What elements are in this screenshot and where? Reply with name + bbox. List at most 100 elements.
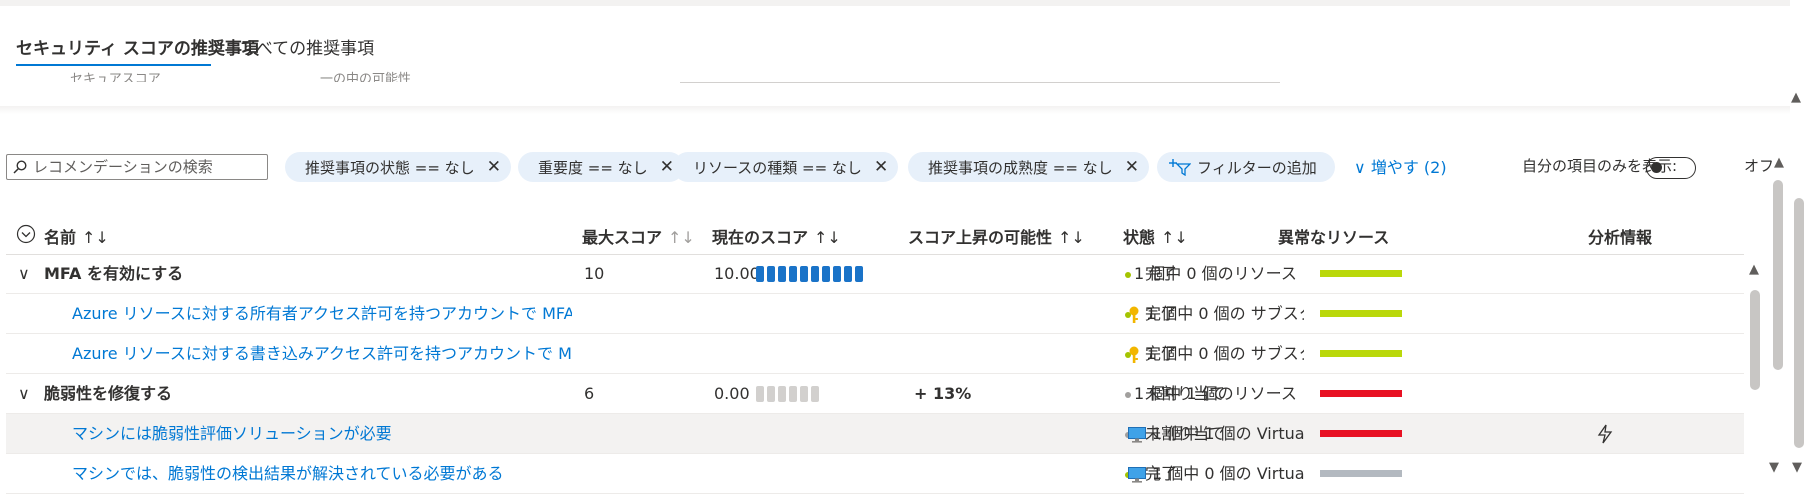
close-icon[interactable]: ✕: [660, 158, 674, 176]
unhealthy-resources-label: 1 個中 0 個の サブスクリ…: [1146, 344, 1304, 363]
sort-icon[interactable]: ↑↓: [668, 228, 695, 247]
score-bar-segment: [833, 266, 841, 282]
close-icon[interactable]: ✕: [487, 158, 501, 176]
close-icon[interactable]: ✕: [1125, 158, 1139, 176]
table-row[interactable]: マシンでは、脆弱性の検出結果が解決されている必要がある 完了 1 個中 0 個の V…: [6, 454, 1744, 494]
column-header-max-score[interactable]: 最大スコア ↑↓: [582, 224, 695, 248]
filter-pill-severity[interactable]: 重要度 == なし ✕: [518, 152, 684, 182]
unhealthy-resources[interactable]: 1 個中 1 個のリソース: [1134, 374, 1304, 414]
add-filter-icon: [1169, 159, 1191, 176]
score-bar: [756, 254, 863, 294]
chevron-down-icon[interactable]: ∨: [18, 254, 30, 294]
table-group-row[interactable]: ∨ MFA を有効にする 10 10.00 完了 1 個中 0 個のリソース: [6, 254, 1744, 294]
table-row[interactable]: Azure リソースに対する所有者アクセス許可を持つアカウントで MFA を有効…: [6, 294, 1744, 334]
select-all-checkbox[interactable]: [16, 224, 36, 248]
search-box[interactable]: [6, 154, 268, 180]
filter-pill-resource-type[interactable]: リソースの種類 == なし ✕: [673, 152, 899, 182]
sort-icon[interactable]: ↑↓: [1058, 228, 1085, 247]
column-header-unhealthy[interactable]: 異常なリソース: [1278, 224, 1389, 248]
score-bar-segment: [767, 386, 775, 402]
more-filters-button[interactable]: ∨ 増やす (2): [1354, 154, 1447, 178]
score-bar-segment: [756, 266, 764, 282]
column-header-potential[interactable]: スコア上昇の可能性 ↑↓: [908, 224, 1085, 248]
close-icon[interactable]: ✕: [874, 158, 888, 176]
inner-scroll-up-icon[interactable]: ▲: [1749, 262, 1759, 277]
recommendation-link[interactable]: Azure リソースに対する所有者アクセス許可を持つアカウントで MFA を有効…: [72, 294, 572, 334]
table-row[interactable]: Azure リソースに対する書き込みアクセス許可を持つアカウントで MFA を有…: [6, 334, 1744, 374]
monitor-icon: [1128, 466, 1146, 483]
score-bar-segment: [778, 266, 786, 282]
column-header-label: 分析情報: [1588, 228, 1653, 247]
score-bar-segment: [822, 266, 830, 282]
group-name[interactable]: MFA を有効にする: [44, 254, 183, 294]
unhealthy-resources[interactable]: 1 個中 0 個の サブスクリ…: [1128, 334, 1304, 374]
score-bar: [756, 374, 819, 414]
column-header-label: スコア上昇の可能性: [908, 228, 1053, 247]
filter-pill-maturity[interactable]: 推奨事項の成熟度 == なし ✕: [908, 152, 1149, 182]
score-bar-segment: [811, 266, 819, 282]
chevron-circle-icon: [16, 224, 36, 244]
tab-secure-score-recommendations[interactable]: セキュリティ スコアの推奨事項: [16, 34, 259, 59]
key-icon: [1129, 306, 1139, 323]
recommendation-link[interactable]: Azure リソースに対する書き込みアクセス許可を持つアカウントで MFA を有…: [72, 334, 572, 374]
column-header-label: 名前: [44, 228, 77, 247]
pane-scrollbar-thumb[interactable]: [1773, 180, 1783, 370]
score-bar-segment: [789, 266, 797, 282]
score-bar-segment: [778, 386, 786, 402]
search-icon: [13, 160, 27, 174]
toggle-knob: [1651, 162, 1662, 173]
pane-scroll-up-icon[interactable]: ▲: [1774, 155, 1784, 170]
page-scrollbar-thumb[interactable]: [1794, 198, 1804, 448]
chevron-down-icon: ∨: [1354, 158, 1366, 177]
group-name[interactable]: 脆弱性を修復する: [44, 374, 172, 414]
recommendation-link[interactable]: マシンには脆弱性評価ソリューションが必要: [72, 414, 572, 454]
score-bar-segment: [789, 386, 797, 402]
table-row[interactable]: マシンには脆弱性評価ソリューションが必要 未割り当て 1 個中 1 個の Virtu…: [6, 414, 1744, 454]
own-items-state: オフ: [1744, 157, 1774, 175]
current-score: 0.00: [714, 384, 750, 403]
score-bar-segment: [811, 386, 819, 402]
tab-all-recommendations[interactable]: すべての推奨事項: [240, 34, 374, 59]
search-input[interactable]: [31, 157, 255, 177]
page-scroll-down-icon[interactable]: ▼: [1792, 460, 1802, 475]
more-filters-label: 増やす (2): [1370, 158, 1447, 177]
status-dot: [1125, 271, 1131, 278]
add-filter-label: フィルターの追加: [1197, 158, 1317, 177]
panel-divider: [0, 106, 1790, 114]
own-items-toggle[interactable]: [1646, 157, 1696, 179]
unhealthy-resources[interactable]: 1 個中 0 個のリソース: [1134, 254, 1304, 294]
column-header-status[interactable]: 状態 ↑↓: [1123, 224, 1188, 248]
sort-icon[interactable]: ↑↓: [1161, 228, 1188, 247]
sort-icon[interactable]: ↑↓: [814, 228, 841, 247]
column-header-insights[interactable]: 分析情報: [1588, 224, 1652, 248]
unhealthy-resources[interactable]: 1 個中 1 個の Virtual …: [1128, 414, 1304, 454]
unhealthy-resources-label: 1 個中 0 個の サブスクリ…: [1146, 304, 1304, 323]
unhealthy-resources[interactable]: 1 個中 0 個の Virtual …: [1128, 454, 1304, 494]
add-filter-button[interactable]: フィルターの追加: [1157, 152, 1335, 182]
unhealthy-resources[interactable]: 1 個中 0 個の サブスクリ…: [1128, 294, 1304, 334]
current-score: 10.00: [714, 264, 760, 283]
page-scroll-up-icon[interactable]: ▲: [1791, 90, 1801, 105]
unhealthy-resources-label: 1 個中 1 個の Virtual …: [1152, 424, 1304, 443]
sort-icon[interactable]: ↑↓: [82, 228, 109, 247]
column-header-label: 状態: [1123, 228, 1156, 247]
column-header-current-score[interactable]: 現在のスコア ↑↓: [712, 224, 841, 248]
column-header-name[interactable]: 名前 ↑↓: [44, 224, 109, 248]
max-score: 6: [584, 384, 595, 403]
score-bar-segment: [767, 266, 775, 282]
inner-scroll-down-icon[interactable]: ▼: [1769, 460, 1779, 475]
active-tab-indicator: [16, 64, 211, 66]
health-bar: [1320, 270, 1402, 277]
unhealthy-resources-label: 1 個中 0 個の Virtual …: [1152, 464, 1304, 483]
inner-scrollbar-thumb[interactable]: [1750, 290, 1760, 390]
unhealthy-resources-label: 1 個中 0 個のリソース: [1134, 264, 1297, 283]
filter-pill-label: リソースの種類 == なし: [693, 158, 862, 177]
top-strip: [0, 0, 1790, 6]
health-bar: [1320, 430, 1402, 437]
chevron-down-icon[interactable]: ∨: [18, 374, 30, 414]
ghost-row-divider: [680, 82, 1280, 83]
filter-pill-status[interactable]: 推奨事項の状態 == なし ✕: [285, 152, 511, 182]
recommendation-link[interactable]: マシンでは、脆弱性の検出結果が解決されている必要がある: [72, 454, 572, 494]
column-header-label: 異常なリソース: [1278, 228, 1390, 247]
table-group-row[interactable]: ∨ 脆弱性を修復する 6 0.00 + 13% 未割り当て 1 個中 1 個のリソース: [6, 374, 1744, 414]
